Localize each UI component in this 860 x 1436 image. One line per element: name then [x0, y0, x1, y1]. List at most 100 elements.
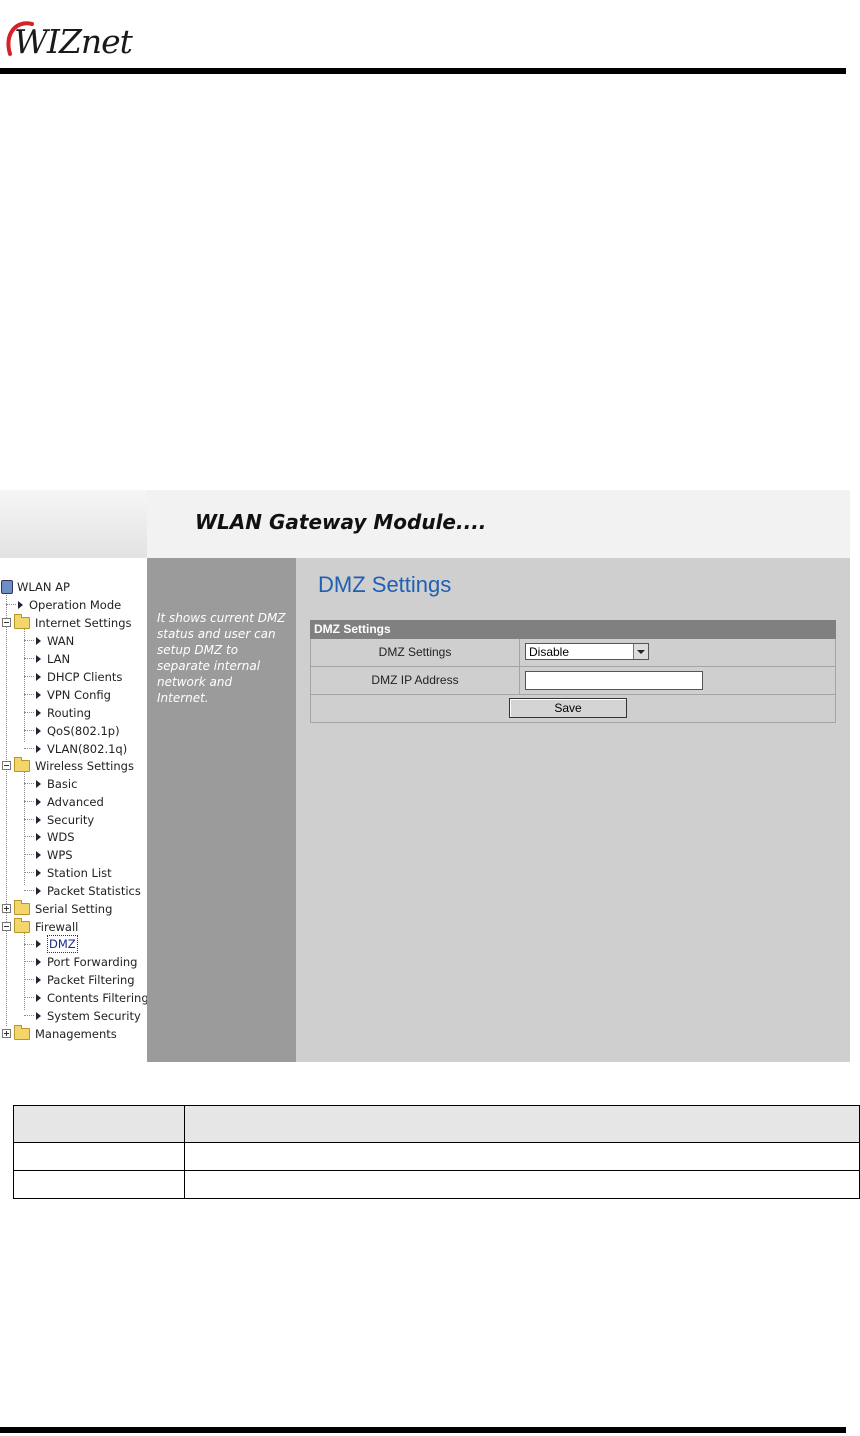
tree-connector	[24, 961, 34, 962]
tree-item-wps[interactable]: WPS	[24, 846, 73, 862]
description-table	[13, 1105, 860, 1199]
tree-item-wan[interactable]: WAN	[24, 632, 74, 648]
tree-item-advanced[interactable]: Advanced	[24, 793, 104, 809]
tree-item-security[interactable]: Security	[24, 811, 94, 827]
tree-item-routing[interactable]: Routing	[24, 704, 91, 720]
arrow-right-icon	[36, 797, 41, 806]
dmz-settings-label: DMZ Settings	[311, 639, 520, 666]
collapse-icon[interactable]	[2, 761, 11, 770]
tree-item-label: Contents Filtering	[47, 990, 149, 1005]
arrow-right-icon	[36, 672, 41, 681]
chevron-down-icon[interactable]	[633, 644, 648, 659]
expand-icon[interactable]	[2, 1029, 11, 1038]
dmz-settings-select[interactable]: Disable	[525, 643, 649, 660]
tree-item-vlan[interactable]: VLAN(802.1q)	[24, 740, 127, 756]
tree-item-label: Security	[47, 812, 95, 827]
arrow-right-icon	[36, 850, 41, 859]
save-button[interactable]: Save	[509, 698, 627, 718]
tree-root[interactable]: WLAN AP	[1, 578, 70, 594]
arrow-right-icon	[36, 993, 41, 1002]
tree-connector	[24, 819, 34, 820]
table-cell	[184, 1142, 860, 1171]
tree-item-station-list[interactable]: Station List	[24, 864, 112, 880]
table-cell	[13, 1142, 185, 1171]
tree-connector	[24, 979, 34, 980]
tree-item-basic[interactable]: Basic	[24, 775, 77, 791]
tree-item-label: QoS(802.1p)	[47, 723, 120, 738]
tree-folder-firewall[interactable]: Firewall	[2, 917, 79, 934]
arrow-right-icon	[36, 779, 41, 788]
arrow-right-icon	[36, 832, 41, 841]
tree-item-label: Operation Mode	[29, 597, 122, 612]
tree-connector	[24, 997, 34, 998]
tree-item-label: WAN	[47, 633, 75, 648]
tree-connector	[24, 801, 34, 802]
arrow-right-icon	[36, 726, 41, 735]
arrow-right-icon	[36, 940, 41, 948]
tree-folder-label: Managements	[35, 1026, 117, 1041]
tree-connector	[24, 890, 34, 891]
tree-item-label: Packet Statistics	[47, 883, 141, 898]
tree-item-wds[interactable]: WDS	[24, 828, 75, 844]
tree-item-qos[interactable]: QoS(802.1p)	[24, 722, 120, 738]
expand-icon[interactable]	[2, 904, 11, 913]
collapse-icon[interactable]	[2, 618, 11, 627]
arrow-right-icon	[36, 886, 41, 895]
tree-folder-label: Serial Setting	[35, 901, 113, 916]
main-content: DMZ Settings DMZ Settings DMZ Settings D…	[296, 558, 850, 1062]
tree-folder-serial-setting[interactable]: Serial Setting	[2, 899, 113, 916]
tree-item-label: System Security	[47, 1008, 141, 1023]
banner-left	[0, 490, 147, 558]
tree-item-port-forwarding[interactable]: Port Forwarding	[24, 953, 137, 969]
tree-connector	[24, 1015, 34, 1016]
dmz-settings-row: DMZ Settings Disable	[310, 639, 836, 667]
table-header-cell	[184, 1105, 860, 1143]
tree-item-label: WDS	[47, 829, 75, 844]
tree-item-label: Station List	[47, 865, 112, 880]
tree-folder-label: Internet Settings	[35, 615, 132, 630]
tree-folder-managements[interactable]: Managements	[2, 1024, 117, 1041]
table-row	[13, 1170, 860, 1199]
tree-item-label: Routing	[47, 705, 92, 720]
tree-folder-wireless-settings[interactable]: Wireless Settings	[2, 756, 134, 773]
tree-connector	[24, 658, 34, 659]
table-row	[13, 1142, 860, 1171]
tree-item-label: DHCP Clients	[47, 669, 123, 684]
tree-item-lan[interactable]: LAN	[24, 650, 70, 666]
table-header-row	[13, 1105, 860, 1143]
dmz-settings-panel: DMZ Settings DMZ Settings Disable DMZ IP…	[310, 620, 836, 723]
tree-connector	[24, 783, 34, 784]
tree-item-packet-filtering[interactable]: Packet Filtering	[24, 971, 135, 987]
tree-connector	[24, 872, 34, 873]
tree-item-label: Packet Filtering	[47, 972, 135, 987]
tree-item-dhcp-clients[interactable]: DHCP Clients	[24, 668, 122, 684]
tree-item-contents-filtering[interactable]: Contents Filtering	[24, 989, 149, 1005]
tree-folder-label: Firewall	[35, 919, 79, 934]
arrow-right-icon	[36, 957, 41, 966]
tree-item-vpn-config[interactable]: VPN Config	[24, 686, 111, 702]
nav-tree: WLAN AP Operation Mode Internet Settings…	[0, 558, 149, 1062]
tree-connector	[24, 854, 34, 855]
tree-root-label: WLAN AP	[17, 579, 70, 594]
tree-item-system-security[interactable]: System Security	[24, 1007, 141, 1023]
tree-item-operation-mode[interactable]: Operation Mode	[6, 596, 121, 612]
table-cell	[184, 1170, 860, 1199]
arrow-right-icon	[36, 636, 41, 645]
arrow-right-icon	[18, 600, 23, 609]
tree-connector	[6, 604, 16, 605]
help-text: It shows current DMZ status and user can…	[157, 611, 286, 705]
tree-folder-internet-settings[interactable]: Internet Settings	[2, 613, 132, 630]
panel-header: DMZ Settings	[310, 620, 836, 639]
page-title: DMZ Settings	[318, 572, 452, 597]
dmz-ip-input[interactable]	[525, 671, 703, 690]
tree-item-label-selected: DMZ	[47, 935, 78, 953]
tree-item-packet-statistics[interactable]: Packet Statistics	[24, 882, 141, 898]
tree-connector	[24, 712, 34, 713]
collapse-icon[interactable]	[2, 922, 11, 931]
network-icon	[1, 579, 13, 594]
tree-item-label: Basic	[47, 776, 78, 791]
table-cell	[13, 1170, 185, 1199]
tree-item-label: VPN Config	[47, 687, 111, 702]
header-rule	[0, 68, 846, 74]
tree-item-dmz[interactable]: DMZ	[24, 935, 78, 953]
